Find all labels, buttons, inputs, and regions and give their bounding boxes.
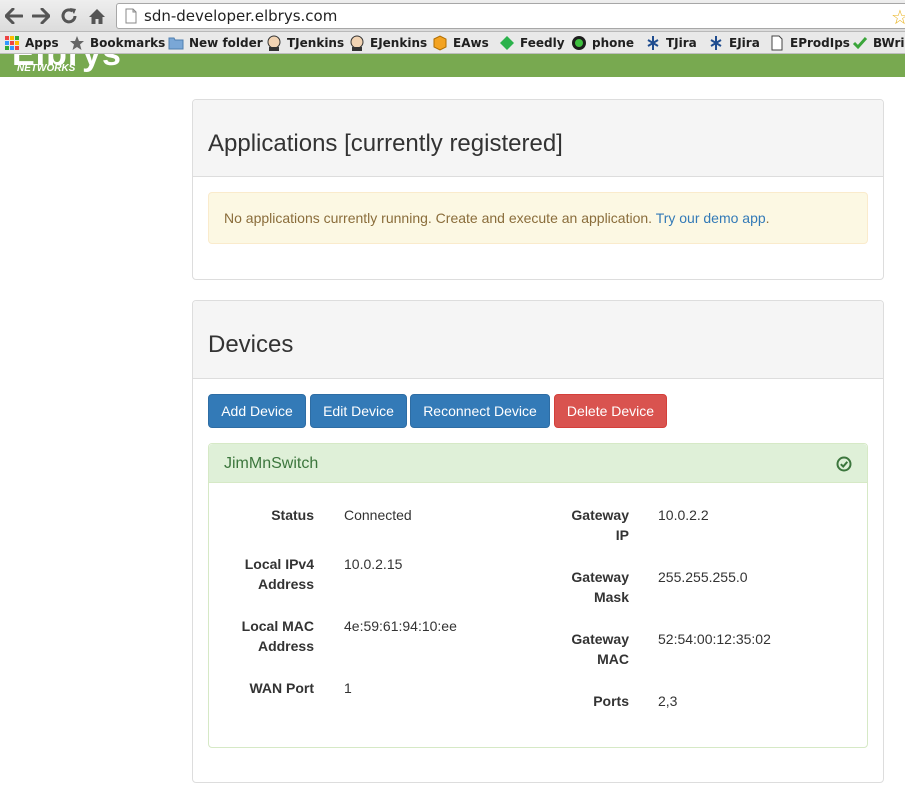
local-mac-label: Local MAC Address bbox=[241, 618, 314, 654]
bookmark-phone[interactable]: phone bbox=[571, 34, 634, 52]
device-card[interactable]: JimMnSwitch Status Connected Local IPv4 … bbox=[208, 443, 868, 748]
home-button[interactable] bbox=[85, 5, 109, 27]
bookmark-apps[interactable]: Apps bbox=[4, 34, 59, 52]
alert-trailing-text: . bbox=[765, 210, 770, 226]
bookmark-label: EJira bbox=[729, 36, 760, 50]
jira-icon bbox=[647, 36, 659, 50]
bookmark-bookmarks[interactable]: Bookmarks bbox=[69, 34, 165, 52]
gateway-mask-label: Gateway Mask bbox=[571, 569, 629, 605]
bookmark-eprodips[interactable]: EProdIps bbox=[769, 34, 850, 52]
page-icon bbox=[125, 8, 137, 24]
wan-port-value: 1 bbox=[344, 680, 352, 696]
applications-panel: Applications [currently registered] No a… bbox=[192, 99, 884, 280]
gateway-ip-label: Gateway IP bbox=[571, 507, 629, 543]
device-name: JimMnSwitch bbox=[224, 455, 319, 472]
bookmark-tjira[interactable]: TJira bbox=[645, 34, 697, 52]
bookmark-eaws[interactable]: EAws bbox=[432, 34, 489, 52]
bookmarks-bar: Apps Bookmarks New folder TJenkins EJenk… bbox=[0, 32, 905, 54]
local-ipv4-value: 10.0.2.15 bbox=[344, 556, 403, 572]
jenkins-icon bbox=[350, 35, 364, 51]
folder-icon bbox=[168, 37, 184, 50]
back-arrow-icon bbox=[5, 8, 23, 24]
bookmark-ejenkins[interactable]: EJenkins bbox=[349, 34, 427, 52]
alert-text: No applications currently running. Creat… bbox=[224, 210, 656, 226]
jira-icon bbox=[710, 36, 722, 50]
bookmark-new-folder[interactable]: New folder bbox=[168, 34, 263, 52]
home-icon bbox=[89, 8, 105, 24]
devices-title: Devices bbox=[208, 331, 294, 358]
demo-app-link[interactable]: Try our demo app bbox=[656, 210, 766, 226]
check-circle-icon bbox=[836, 456, 852, 472]
reload-icon bbox=[61, 8, 77, 24]
status-value: Connected bbox=[344, 507, 412, 523]
bookmark-star-icon[interactable]: ☆ bbox=[891, 5, 905, 30]
reload-button[interactable] bbox=[57, 5, 81, 27]
bookmark-label: Feedly bbox=[520, 36, 565, 50]
browser-toolbar: sdn-developer.elbrys.com ☆ bbox=[0, 0, 905, 32]
applications-title: Applications [currently registered] bbox=[208, 130, 563, 157]
bookmark-label: Apps bbox=[25, 36, 59, 50]
bookmark-tjenkins[interactable]: TJenkins bbox=[266, 34, 344, 52]
bookmark-label: EAws bbox=[453, 36, 489, 50]
bookmark-label: New folder bbox=[189, 36, 263, 50]
feedly-icon bbox=[500, 36, 514, 50]
bookmark-label: TJenkins bbox=[287, 36, 345, 50]
gateway-mac-value: 52:54:00:12:35:02 bbox=[658, 631, 771, 647]
back-button[interactable] bbox=[2, 5, 26, 27]
device-card-header[interactable]: JimMnSwitch bbox=[209, 444, 867, 483]
bookmark-label: BWrik bbox=[873, 36, 905, 50]
apps-grid-icon bbox=[5, 36, 19, 50]
edit-device-button[interactable]: Edit Device bbox=[310, 394, 407, 428]
reconnect-device-button[interactable]: Reconnect Device bbox=[410, 394, 550, 428]
ports-label: Ports bbox=[593, 693, 629, 709]
gateway-mask-value: 255.255.255.0 bbox=[658, 569, 748, 585]
applications-panel-header: Applications [currently registered] bbox=[193, 100, 883, 177]
local-mac-value: 4e:59:61:94:10:ee bbox=[344, 618, 457, 634]
document-icon bbox=[771, 35, 783, 51]
add-device-button[interactable]: Add Device bbox=[208, 394, 306, 428]
devices-panel-header: Devices bbox=[193, 301, 883, 379]
bookmark-label: EJenkins bbox=[370, 36, 428, 50]
wan-port-label: WAN Port bbox=[249, 680, 314, 696]
gateway-ip-value: 10.0.2.2 bbox=[658, 507, 709, 523]
checkmark-icon bbox=[852, 37, 868, 50]
url-text: sdn-developer.elbrys.com bbox=[144, 7, 338, 25]
bookmark-ejira[interactable]: EJira bbox=[708, 34, 760, 52]
address-bar[interactable]: sdn-developer.elbrys.com ☆ bbox=[116, 3, 905, 29]
bookmark-bwrik[interactable]: BWrik bbox=[852, 34, 905, 52]
bookmark-label: phone bbox=[592, 36, 635, 50]
bookmark-label: Bookmarks bbox=[90, 36, 166, 50]
phone-icon bbox=[572, 36, 586, 50]
jenkins-icon bbox=[267, 35, 281, 51]
gateway-mac-label: Gateway MAC bbox=[571, 631, 629, 667]
devices-panel: Devices Add Device Edit Device Reconnect… bbox=[192, 300, 884, 783]
aws-box-icon bbox=[433, 35, 447, 51]
bookmark-label: EProdIps bbox=[790, 36, 850, 50]
forward-button[interactable] bbox=[29, 5, 53, 27]
site-header: Elbrys NETWORKS bbox=[0, 54, 905, 77]
site-logo-subtext: NETWORKS bbox=[17, 63, 76, 74]
delete-device-button[interactable]: Delete Device bbox=[554, 394, 667, 428]
forward-arrow-icon bbox=[32, 8, 50, 24]
bookmark-feedly[interactable]: Feedly bbox=[499, 34, 565, 52]
status-label: Status bbox=[271, 507, 314, 523]
ports-value: 2,3 bbox=[658, 693, 678, 709]
star-icon bbox=[70, 36, 84, 50]
no-applications-alert: No applications currently running. Creat… bbox=[208, 192, 868, 244]
local-ipv4-label: Local IPv4 Address bbox=[244, 556, 314, 592]
bookmark-label: TJira bbox=[666, 36, 697, 50]
